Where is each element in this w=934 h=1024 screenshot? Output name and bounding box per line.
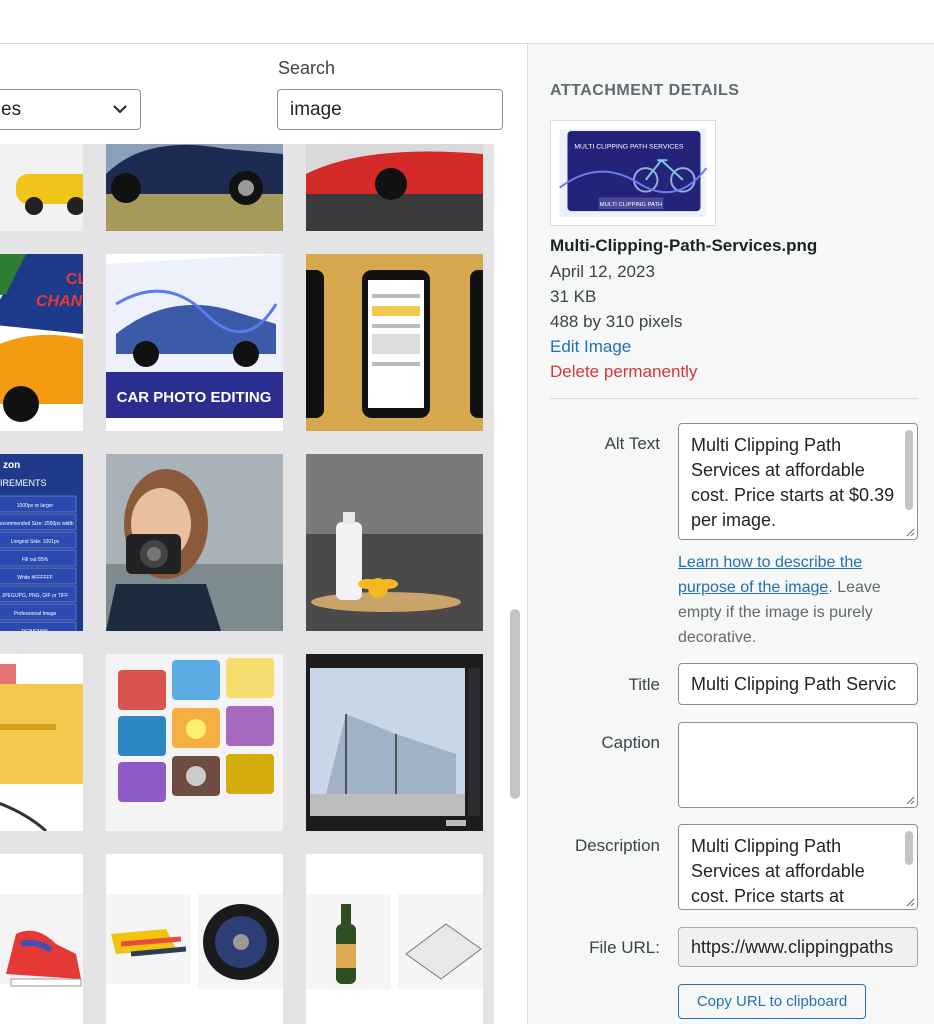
attachment-tile[interactable]: CL CHAN xyxy=(0,254,83,431)
amazon-requirement-text: RGB/CMYK xyxy=(22,629,49,631)
attachment-tile[interactable]: zon IREMENTS 1000px or larger Recommended S… xyxy=(0,454,83,631)
attachment-tile[interactable]: CAR PHOTO EDITING xyxy=(106,254,283,431)
chevron-down-icon xyxy=(113,105,127,114)
resize-grip-icon[interactable] xyxy=(906,898,915,907)
attachment-tile[interactable] xyxy=(306,254,483,431)
media-type-filter-select[interactable]: es xyxy=(0,89,141,130)
search-input[interactable]: image xyxy=(277,89,503,130)
textarea-scrollbar[interactable] xyxy=(905,430,913,510)
copy-url-button[interactable]: Copy URL to clipboard xyxy=(678,984,866,1019)
caption-label: Caption xyxy=(601,733,660,752)
amazon-requirement-text: Longest Side: 1001px xyxy=(11,539,60,545)
amazon-requirement-text: White #FFFFFF xyxy=(17,575,52,581)
attachment-details-heading: ATTACHMENT DETAILS xyxy=(550,82,740,99)
media-browser: es Search image CL CHAN CAR PHOTO EDITING… xyxy=(0,44,527,1024)
title-input[interactable]: Multi Clipping Path Servic xyxy=(678,663,918,705)
file-url-input[interactable]: https://www.clippingpaths xyxy=(678,927,918,967)
attachment-dimensions: 488 by 310 pixels xyxy=(550,312,683,331)
attachment-tile[interactable] xyxy=(0,144,83,231)
attachment-thumbnail: MULTI CLIPPING PATH SERVICES MULTI CLIPP… xyxy=(550,120,716,226)
description-label: Description xyxy=(574,836,660,855)
description-textarea[interactable]: Multi Clipping Path Services at affordab… xyxy=(678,824,918,910)
file-url-label: File URL: xyxy=(589,938,660,957)
thumbnail-image: MULTI CLIPPING PATH SERVICES MULTI CLIPP… xyxy=(559,129,707,217)
thumbnail-button-text: MULTI CLIPPING PATH xyxy=(600,202,663,208)
alt-text-label: Alt Text xyxy=(604,434,660,453)
attachment-filename: Multi-Clipping-Path-Services.png xyxy=(550,236,818,255)
alt-text-textarea[interactable]: Multi Clipping Path Services at affordab… xyxy=(678,423,918,540)
edit-image-link[interactable]: Edit Image xyxy=(550,337,631,357)
modal-top-bar xyxy=(0,0,934,44)
title-label: Title xyxy=(628,675,661,694)
attachment-tile[interactable] xyxy=(0,654,83,831)
amazon-requirement-text: Professional Image xyxy=(14,611,57,617)
search-label: Search xyxy=(278,58,336,78)
filter-select-value: es xyxy=(1,98,22,120)
amazon-requirement-text: JPEG/JPG, PNG, GIF or TIFF xyxy=(2,593,69,599)
alt-text-value: Multi Clipping Path Services at affordab… xyxy=(691,435,895,530)
attachment-tile[interactable] xyxy=(306,854,483,1024)
delete-permanently-link[interactable]: Delete permanently xyxy=(550,362,697,382)
attachment-tile[interactable] xyxy=(306,654,483,831)
thumbnail-title: MULTI CLIPPING PATH SERVICES xyxy=(574,144,684,151)
attachment-tile[interactable] xyxy=(106,454,283,631)
amazon-heading: zon xyxy=(3,460,20,471)
car-editing-text: CAR PHOTO EDITING xyxy=(117,389,272,406)
grid-scrollbar-track[interactable] xyxy=(507,144,519,1024)
attachment-tile[interactable] xyxy=(106,654,283,831)
attachment-tile[interactable] xyxy=(0,854,83,1024)
amazon-requirement-text: Recommended Size: 2560px width xyxy=(0,521,74,527)
grid-scrollbar-thumb[interactable] xyxy=(510,609,520,799)
resize-grip-icon[interactable] xyxy=(906,796,915,805)
attachment-details-panel: ATTACHMENT DETAILS MULTI CLIPPING PATH S… xyxy=(527,44,934,1024)
description-value: Multi Clipping Path Services at affordab… xyxy=(691,836,865,906)
textarea-scrollbar[interactable] xyxy=(905,831,913,865)
promo-text-1: CL xyxy=(66,271,83,288)
attachment-tile[interactable] xyxy=(106,854,283,1024)
attachment-tile[interactable] xyxy=(306,144,483,231)
attachment-tile[interactable] xyxy=(106,144,283,231)
caption-textarea[interactable] xyxy=(678,722,918,808)
amazon-requirement-text: 1000px or larger xyxy=(17,503,54,509)
details-divider xyxy=(550,398,918,399)
attachment-size: 31 KB xyxy=(550,287,597,306)
alt-text-help: Learn how to describe the purpose of the… xyxy=(678,550,918,650)
resize-grip-icon[interactable] xyxy=(906,528,915,537)
attachment-tile[interactable] xyxy=(306,454,483,631)
attachment-date: April 12, 2023 xyxy=(550,262,655,281)
amazon-requirement-text: Fill out 85% xyxy=(22,557,49,563)
promo-text-2: CHAN xyxy=(36,293,83,310)
attachments-grid: CL CHAN CAR PHOTO EDITING zon IREMENTS 1000… xyxy=(0,144,494,1024)
amazon-subheading: IREMENTS xyxy=(0,478,47,488)
